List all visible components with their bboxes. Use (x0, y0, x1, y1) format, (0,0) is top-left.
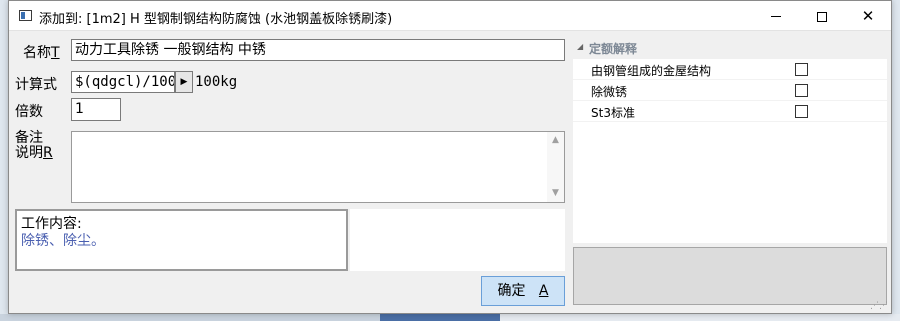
ok-button[interactable]: 确定 A (481, 276, 565, 306)
property-row[interactable]: 除微锈 (573, 80, 887, 101)
property-name: St3标准 (591, 106, 635, 120)
multiplier-label: 倍数 (15, 104, 43, 120)
scroll-up-icon[interactable]: ▲ (547, 132, 564, 149)
minimize-button[interactable] (753, 1, 799, 31)
formula-label: 计算式 (15, 77, 57, 93)
name-label: 名称T (23, 42, 60, 62)
property-checkbox[interactable] (795, 63, 808, 76)
property-name: 由钢管组成的金屋结构 (591, 64, 712, 78)
formula-input[interactable]: $(qdgcl)/100 (71, 71, 175, 93)
work-content-box: 工作内容: 除锈、除尘。 (15, 209, 348, 271)
window-title: 添加到: [1m2] H 型钢制钢结构防腐蚀 (水池钢盖板除锈刷漆) (39, 12, 393, 27)
remark-textarea[interactable]: ▲ ▼ (71, 131, 565, 203)
background-block (500, 314, 900, 321)
property-checkbox[interactable] (795, 84, 808, 97)
background-strip (0, 314, 900, 321)
remark-label-block: 备注 说明R (15, 131, 53, 161)
ok-button-label: 确定 (497, 283, 526, 299)
app-icon (19, 10, 32, 21)
maximize-icon (817, 11, 827, 22)
resize-grip-icon[interactable]: ⋰⋰ (870, 301, 888, 311)
maximize-button[interactable] (799, 1, 845, 31)
remark-scrollbar[interactable]: ▲ ▼ (547, 132, 564, 202)
desc-hotkey: R (43, 145, 53, 161)
remark-label: 备注 (15, 130, 43, 146)
work-content-text: 除锈、除尘。 (21, 233, 105, 249)
collapse-triangle-icon[interactable]: ◢ (577, 42, 583, 51)
title-bar[interactable]: 添加到: [1m2] H 型钢制钢结构防腐蚀 (水池钢盖板除锈刷漆) ✕ (9, 1, 891, 31)
desc-label-line: 说明R (15, 146, 53, 161)
property-row[interactable]: St3标准 (573, 101, 887, 122)
description-box (573, 247, 887, 305)
property-name: 除微锈 (591, 85, 628, 99)
close-icon: ✕ (861, 7, 875, 25)
name-hotkey: T (51, 45, 60, 61)
name-input[interactable]: 动力工具除锈 一般钢结构 中锈 (71, 39, 565, 61)
name-label-text: 名称 (23, 45, 51, 61)
dialog-window: 添加到: [1m2] H 型钢制钢结构防腐蚀 (水池钢盖板除锈刷漆) ✕ 名称T… (8, 0, 892, 314)
background-block (380, 314, 500, 321)
blank-panel (350, 209, 565, 271)
formula-expand-button[interactable]: ▶ (175, 71, 193, 93)
multiplier-input[interactable]: 1 (71, 98, 121, 121)
close-button[interactable]: ✕ (845, 1, 891, 31)
triangle-right-icon: ▶ (180, 77, 188, 87)
unit-text: 100kg (195, 74, 238, 90)
minimize-icon (771, 16, 781, 17)
panel-title: 定额解释 (589, 42, 638, 56)
ok-button-hotkey: A (538, 283, 549, 299)
property-row[interactable]: 由钢管组成的金屋结构 (573, 59, 887, 80)
property-list: 由钢管组成的金屋结构 除微锈 St3标准 (573, 59, 887, 243)
property-checkbox[interactable] (795, 105, 808, 118)
panel-header[interactable]: ◢ 定额解释 (575, 39, 887, 57)
scroll-down-icon[interactable]: ▼ (547, 185, 564, 202)
desc-label: 说明 (15, 145, 43, 161)
